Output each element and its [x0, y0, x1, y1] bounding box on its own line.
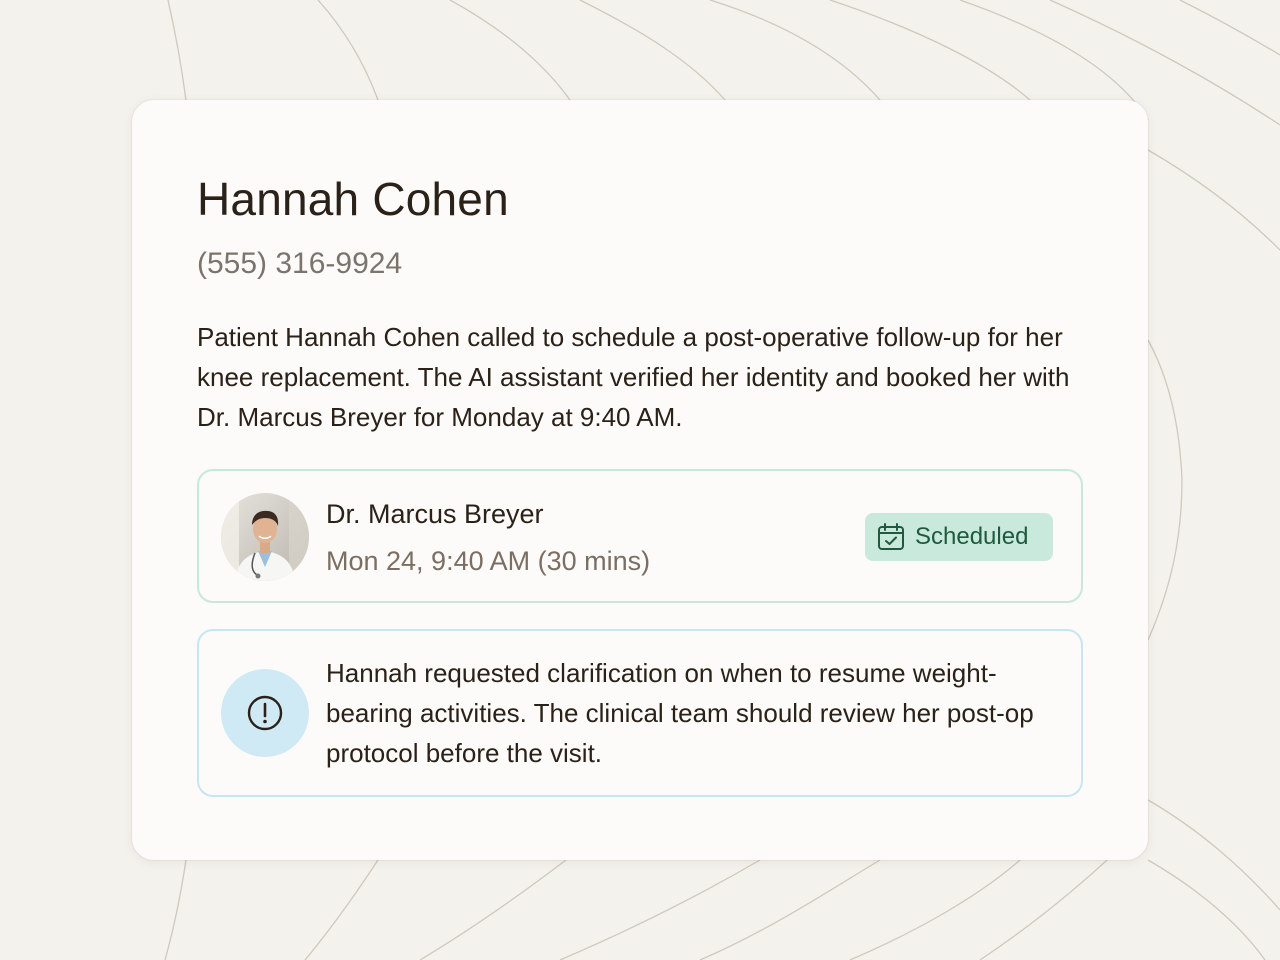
- patient-phone[interactable]: (555) 316-9924: [197, 245, 402, 283]
- patient-name: Hannah Cohen: [197, 173, 509, 225]
- call-summary-card: Hannah Cohen (555) 316-9924 Patient Hann…: [132, 100, 1148, 860]
- clinical-note-card: Hannah requested clarification on when t…: [197, 629, 1083, 797]
- doctor-name: Dr. Marcus Breyer: [326, 499, 544, 529]
- alert-icon-container: [221, 669, 309, 757]
- clinical-note-text: Hannah requested clarification on when t…: [326, 658, 1034, 768]
- appointment-time: Mon 24, 9:40 AM (30 mins): [326, 546, 651, 576]
- status-badge-label: Scheduled: [915, 523, 1029, 550]
- alert-circle-icon: [247, 695, 283, 731]
- appointment-card[interactable]: Dr. Marcus Breyer Mon 24, 9:40 AM (30 mi…: [197, 469, 1083, 603]
- status-badge: Scheduled: [865, 513, 1053, 561]
- doctor-avatar: [221, 493, 309, 581]
- call-summary-text: Patient Hannah Cohen called to schedule …: [197, 322, 1070, 432]
- calendar-check-icon: [878, 523, 904, 550]
